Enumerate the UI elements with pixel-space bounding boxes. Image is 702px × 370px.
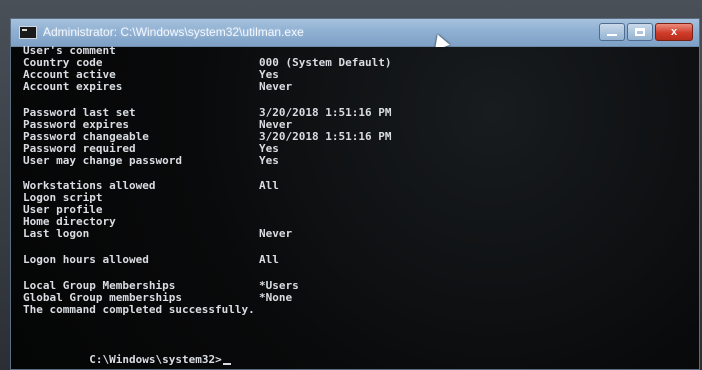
field-label: User may change password	[23, 154, 182, 167]
field-value: *Users	[259, 279, 299, 292]
field-label: Home directory	[23, 215, 116, 228]
field-label: Password required	[23, 142, 136, 155]
maximize-icon	[635, 28, 645, 36]
console-line: Account active Yes	[23, 69, 683, 80]
console-line: Home directory	[23, 216, 683, 227]
field-label: Password expires	[23, 118, 129, 131]
console-line: User may change password Yes	[23, 155, 683, 166]
field-label: Last logon	[23, 227, 90, 240]
field-value: Yes	[259, 142, 279, 155]
field-label: Local Group Memberships	[23, 279, 176, 292]
console-line: Password required Yes	[23, 143, 683, 154]
console-line: Logon script	[23, 192, 683, 203]
field-value: 000 (System Default)	[259, 56, 392, 69]
console-line: Password expires Never	[23, 119, 683, 130]
field-label: Account active	[23, 68, 116, 81]
window-controls: x	[599, 23, 693, 43]
close-button[interactable]: x	[655, 23, 693, 41]
field-label: Account expires	[23, 80, 123, 93]
console-line: Country code 000 (System Default)	[23, 57, 683, 68]
console-line: Local Group Memberships *Users	[23, 280, 683, 291]
field-label: Password last set	[23, 106, 136, 119]
field-value: 3/20/2018 1:51:16 PM	[259, 106, 392, 119]
field-value: *None	[259, 291, 293, 304]
command-status: The command completed successfully.	[23, 303, 255, 316]
field-value: 3/20/2018 1:51:16 PM	[259, 130, 392, 143]
prompt-path: C:\Windows\system32>	[89, 353, 222, 366]
minimize-icon	[607, 34, 617, 36]
console-line: The command completed successfully.	[23, 304, 683, 315]
window-title: Administrator: C:\Windows\system32\utilm…	[43, 25, 304, 39]
field-label: Password changeable	[23, 130, 149, 143]
field-label: User profile	[23, 203, 103, 216]
console-line: User's comment	[23, 45, 683, 56]
minimize-button[interactable]	[599, 23, 625, 41]
console-line: User profile	[23, 204, 683, 215]
window-titlebar[interactable]: Administrator: C:\Windows\system32\utilm…	[11, 19, 699, 51]
field-value: All	[259, 179, 279, 192]
console-line: Password changeable 3/20/2018 1:51:16 PM	[23, 131, 683, 142]
field-label: Logon script	[23, 191, 103, 204]
field-value: Yes	[259, 154, 279, 167]
field-label: Country code	[23, 56, 103, 69]
command-prompt[interactable]: C:\Windows\system32>	[23, 343, 231, 369]
field-label: Global Group memberships	[23, 291, 182, 304]
text-cursor-icon	[222, 363, 231, 365]
console-line: Last logon Never	[23, 228, 683, 239]
close-icon: x	[670, 26, 678, 38]
maximize-button[interactable]	[627, 23, 653, 41]
console-line: Password last set 3/20/2018 1:51:16 PM	[23, 107, 683, 118]
field-label: Logon hours allowed	[23, 253, 149, 266]
field-value: Never	[259, 227, 293, 240]
command-prompt-line[interactable]: C:\Windows\system32>	[23, 343, 683, 365]
console-line: Workstations allowed All	[23, 180, 683, 191]
field-label: Workstations allowed	[23, 179, 156, 192]
console-output[interactable]: User's comment Country code 000 (System …	[11, 45, 699, 369]
console-icon	[19, 26, 37, 39]
field-label: User's comment	[23, 44, 116, 57]
field-value: Never	[259, 80, 293, 93]
console-line: Account expires Never	[23, 81, 683, 92]
command-prompt-window[interactable]: Administrator: C:\Windows\system32\utilm…	[10, 18, 700, 370]
console-line: Logon hours allowed All	[23, 254, 683, 265]
desktop-background: Administrator: C:\Windows\system32\utilm…	[0, 0, 702, 370]
console-line: Global Group memberships *None	[23, 292, 683, 303]
field-value: All	[259, 253, 279, 266]
field-value: Yes	[259, 68, 279, 81]
field-value: Never	[259, 118, 293, 131]
